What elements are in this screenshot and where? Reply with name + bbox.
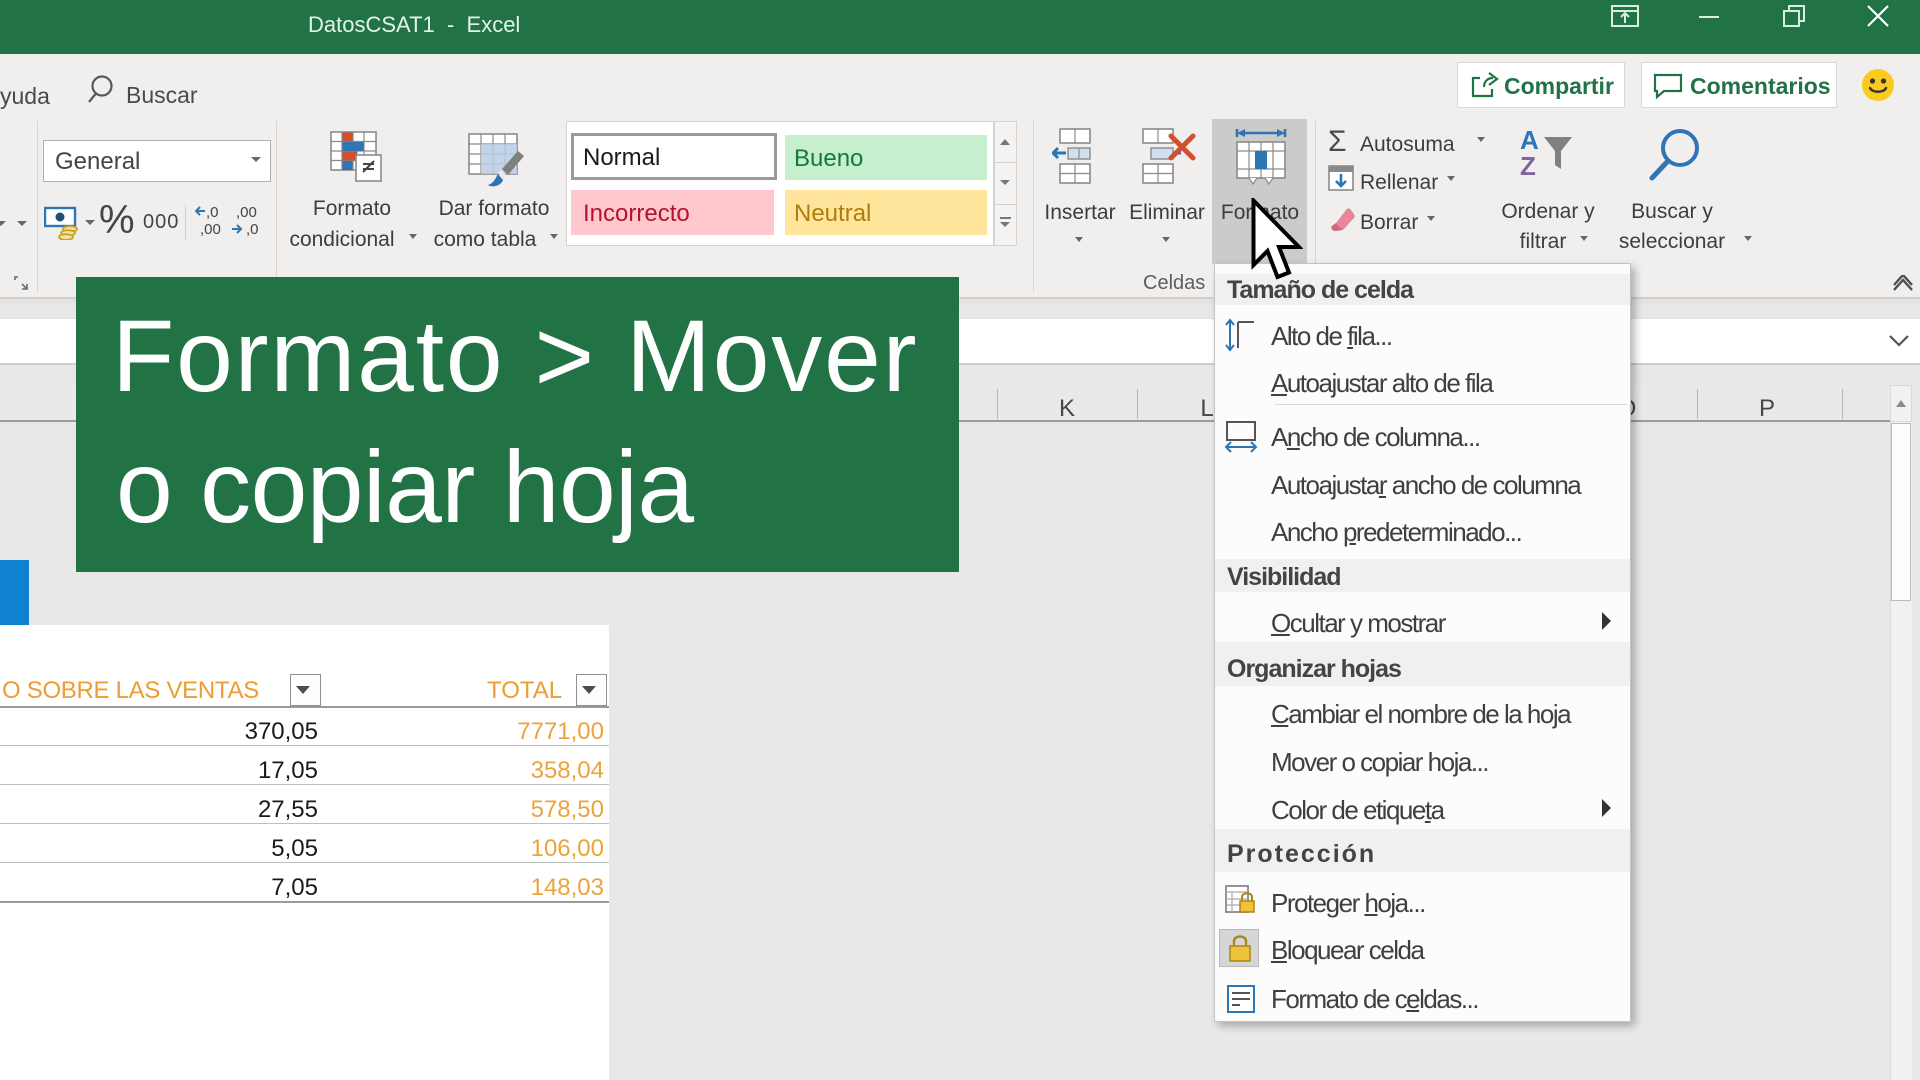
svg-text:,0: ,0 <box>246 221 259 238</box>
svg-text:,00: ,00 <box>236 204 257 221</box>
svg-text:,0: ,0 <box>206 204 219 221</box>
svg-text:Z: Z <box>1520 151 1536 179</box>
svg-text:,00: ,00 <box>200 221 221 238</box>
